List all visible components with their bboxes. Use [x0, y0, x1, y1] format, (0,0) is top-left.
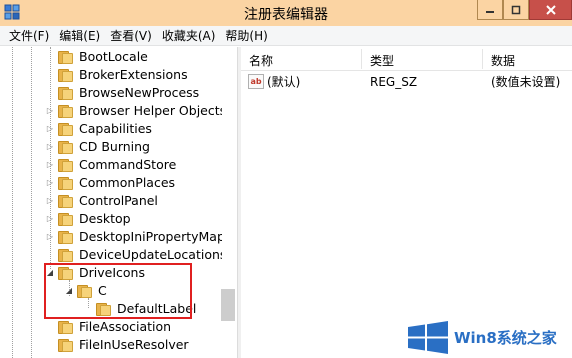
tree-expander[interactable]: ▷ [46, 143, 54, 151]
string-value-icon: ab [248, 74, 264, 89]
value-type: REG_SZ [370, 75, 418, 89]
tree-expander[interactable]: ▷ [46, 179, 54, 187]
folder-icon [58, 157, 74, 172]
tree-item[interactable]: BootLocale [0, 48, 222, 66]
folder-icon [58, 139, 74, 154]
tree-item[interactable]: ▷ Capabilities [0, 120, 222, 138]
tree-item-label: CommonPlaces [79, 175, 176, 190]
tree-item-label: Browser Helper Objects [79, 103, 227, 118]
tree-item-label: BrowseNewProcess [79, 85, 200, 100]
tree-item-label: ControlPanel [79, 193, 158, 208]
tree-expander[interactable] [46, 341, 54, 349]
values-list[interactable]: 名称 类型 数据 ab (默认) REG_SZ (数值未设置) [241, 47, 572, 358]
menu-edit[interactable]: 编辑(E) [54, 26, 105, 46]
tree-scrollbar-thumb[interactable] [221, 289, 235, 321]
close-icon [545, 4, 556, 15]
column-header-name[interactable]: 名称 [249, 52, 273, 69]
value-data: (数值未设置) [491, 75, 561, 89]
tree-item[interactable]: DeviceUpdateLocations [0, 246, 226, 264]
tree-item[interactable]: FileAssociation [0, 318, 222, 336]
tree-item-label: FileInUseResolver [79, 337, 189, 352]
tree-item-label: CommandStore [79, 157, 177, 172]
tree-expander[interactable]: ▷ [46, 233, 54, 241]
close-button[interactable] [529, 0, 572, 20]
tree-expander[interactable]: ▷ [46, 107, 54, 115]
registry-key-tree[interactable]: BootLocale BrokerExtensions BrowseNewPro… [0, 47, 237, 358]
folder-icon [58, 337, 74, 352]
tree-expander[interactable] [46, 89, 54, 97]
minimize-button[interactable] [477, 0, 503, 20]
folder-icon [58, 67, 74, 82]
column-header-data[interactable]: 数据 [491, 52, 515, 69]
tree-expander[interactable]: ▷ [46, 197, 54, 205]
maximize-icon [511, 5, 521, 14]
folder-icon [58, 193, 74, 208]
tree-item[interactable]: ▷ Desktop [0, 210, 222, 228]
tree-expander[interactable] [46, 53, 54, 61]
tree-item[interactable]: ▷ CommandStore [0, 156, 222, 174]
maximize-button[interactable] [503, 0, 529, 20]
tree-item[interactable]: ▷ CommonPlaces [0, 174, 222, 192]
column-header-type[interactable]: 类型 [370, 52, 394, 69]
folder-icon [58, 49, 74, 64]
tree-expander[interactable]: ▷ [46, 215, 54, 223]
tree-item[interactable]: BrowseNewProcess [0, 84, 222, 102]
folder-icon [58, 103, 74, 118]
column-divider[interactable] [482, 49, 483, 69]
tree-item-label: Capabilities [79, 121, 152, 136]
tree-item-label: BrokerExtensions [79, 67, 188, 82]
tree-item[interactable]: ▷ Browser Helper Objects [0, 102, 226, 120]
tree-item-label: CD Burning [79, 139, 150, 154]
watermark: Win8系统之家 [406, 317, 572, 358]
tree-expander[interactable] [46, 71, 54, 79]
tree-item-label: DeviceUpdateLocations [79, 247, 227, 262]
tree-expander[interactable]: ▷ [46, 125, 54, 133]
tree-item[interactable]: ▷ CD Burning [0, 138, 222, 156]
windows-logo-icon [408, 321, 448, 354]
menu-favorites[interactable]: 收藏夹(A) [157, 26, 221, 46]
tree-item[interactable]: FileInUseResolver [0, 336, 222, 354]
tree-item[interactable]: ▷ DesktopIniPropertyMap [0, 228, 225, 246]
highlight-box [44, 263, 192, 319]
folder-icon [58, 175, 74, 190]
menu-file[interactable]: 文件(F) [4, 26, 54, 46]
menu-help[interactable]: 帮助(H) [220, 26, 272, 46]
watermark-text: Win8系统之家 [454, 329, 557, 347]
table-row[interactable]: ab (默认) REG_SZ (数值未设置) [241, 73, 572, 91]
folder-icon [58, 121, 74, 136]
folder-icon [58, 229, 74, 244]
title-bar: 注册表编辑器 [0, 0, 572, 26]
tree-item-label: Desktop [79, 211, 131, 226]
folder-icon [58, 85, 74, 100]
tree-item[interactable]: BrokerExtensions [0, 66, 222, 84]
tree-expander[interactable]: ▷ [46, 161, 54, 169]
folder-icon [58, 211, 74, 226]
tree-expander[interactable] [46, 323, 54, 331]
folder-icon [58, 247, 74, 262]
value-name: (默认) [267, 75, 301, 89]
minimize-icon [486, 10, 494, 13]
column-divider[interactable] [361, 49, 362, 69]
menu-view[interactable]: 查看(V) [105, 26, 157, 46]
tree-item-label: FileAssociation [79, 319, 172, 334]
tree-item[interactable]: ▷ ControlPanel [0, 192, 222, 210]
list-header: 名称 类型 数据 [241, 47, 572, 71]
tree-item-label: DesktopIniPropertyMap [79, 229, 225, 244]
menu-bar: 文件(F) 编辑(E) 查看(V) 收藏夹(A) 帮助(H) [0, 26, 572, 46]
folder-icon [58, 319, 74, 334]
tree-item-label: BootLocale [79, 49, 148, 64]
tree-expander[interactable] [46, 251, 54, 259]
